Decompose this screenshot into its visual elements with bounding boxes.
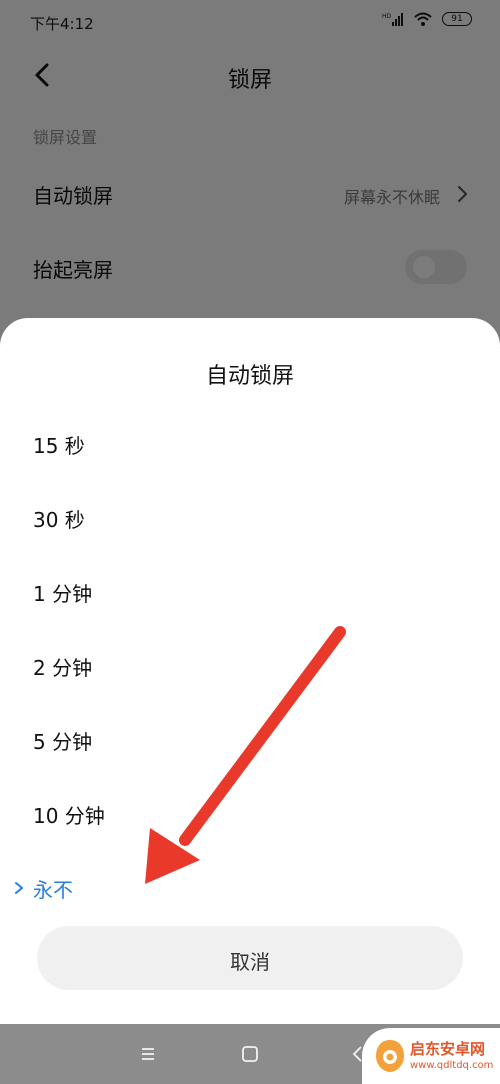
option-label: 1 分钟 bbox=[33, 582, 93, 606]
cancel-button[interactable]: 取消 bbox=[37, 926, 463, 990]
auto-lock-sheet: 自动锁屏 15 秒 30 秒 1 分钟 2 分钟 5 分钟 10 分钟 永不 取… bbox=[0, 318, 500, 1024]
option-label: 10 分钟 bbox=[33, 804, 105, 828]
option-label: 15 秒 bbox=[33, 434, 85, 458]
watermark-logo-icon bbox=[376, 1040, 404, 1072]
option-30s[interactable]: 30 秒 bbox=[0, 488, 500, 548]
sheet-title: 自动锁屏 bbox=[205, 364, 294, 389]
option-label: 30 秒 bbox=[33, 508, 85, 532]
option-2min[interactable]: 2 分钟 bbox=[0, 636, 500, 696]
home-square-icon[interactable] bbox=[238, 1042, 262, 1066]
watermark-url: www.qdltdq.com bbox=[410, 1060, 494, 1071]
option-never[interactable]: 永不 bbox=[0, 858, 500, 918]
option-label: 2 分钟 bbox=[33, 656, 93, 680]
screen: 下午4:12 HD 91 锁屏 bbox=[0, 0, 500, 1084]
site-watermark: 启东安卓网 www.qdltdq.com bbox=[362, 1028, 500, 1084]
selected-chevron-icon bbox=[15, 882, 23, 894]
menu-icon[interactable] bbox=[136, 1042, 160, 1066]
option-label: 永不 bbox=[33, 878, 73, 902]
option-5min[interactable]: 5 分钟 bbox=[0, 710, 500, 770]
option-10min[interactable]: 10 分钟 bbox=[0, 784, 500, 844]
option-1min[interactable]: 1 分钟 bbox=[0, 562, 500, 622]
watermark-name: 启东安卓网 bbox=[410, 1040, 486, 1058]
option-15s[interactable]: 15 秒 bbox=[0, 414, 500, 474]
option-label: 5 分钟 bbox=[33, 730, 93, 754]
cancel-label: 取消 bbox=[230, 950, 270, 974]
